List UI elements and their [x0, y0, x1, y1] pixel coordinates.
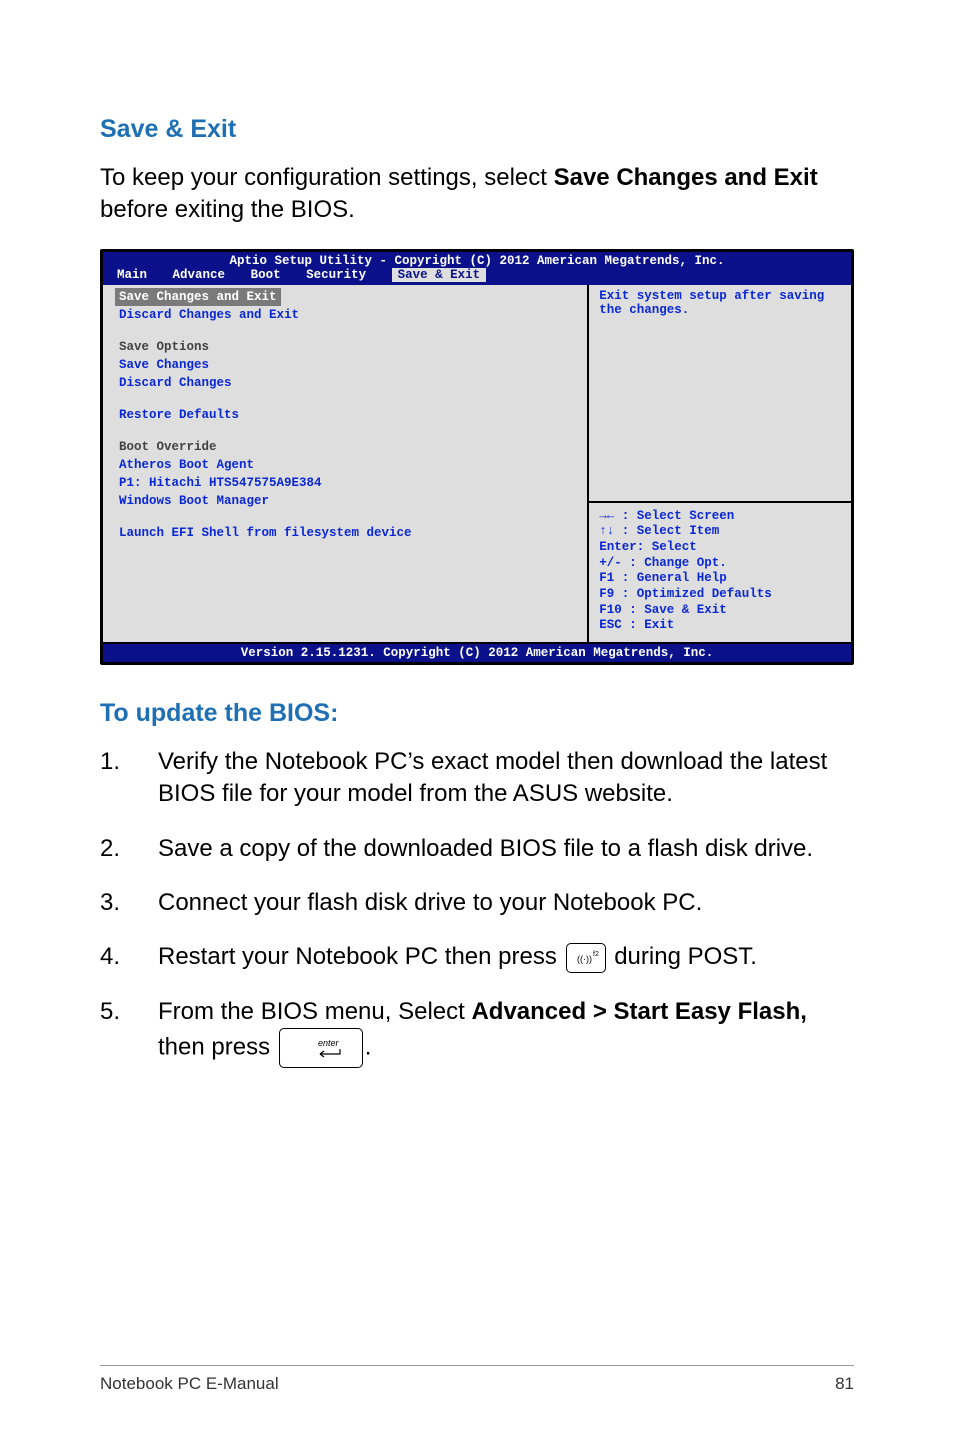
bios-item: Save Changes — [119, 356, 571, 374]
bios-tab-save-exit: Save & Exit — [392, 268, 487, 282]
step-4: Restart your Notebook PC then press ((·)… — [100, 941, 854, 973]
intro-pre: To keep your configuration settings, sel… — [100, 164, 554, 191]
bios-screenshot: Aptio Setup Utility - Copyright (C) 2012… — [100, 249, 854, 665]
bios-help-line: ESC : Exit — [599, 618, 841, 634]
heading-update-bios: To update the BIOS: — [100, 699, 854, 728]
svg-text:((·)): ((·)) — [577, 954, 592, 964]
footer-page-number: 81 — [835, 1374, 854, 1394]
bios-item: Discard Changes and Exit — [119, 306, 571, 324]
bios-tab-security: Security — [306, 268, 366, 282]
step-2: Save a copy of the downloaded BIOS file … — [100, 833, 854, 865]
bios-item: P1: Hitachi HTS547575A9E384 — [119, 474, 571, 492]
bios-header: Aptio Setup Utility - Copyright (C) 2012… — [103, 252, 851, 268]
bios-help-line: ↑↓ : Select Item — [599, 524, 841, 540]
svg-text:f2: f2 — [593, 951, 599, 958]
bios-left-panel: Save Changes and Exit Discard Changes an… — [103, 285, 589, 642]
bios-help-line: F9 : Optimized Defaults — [599, 587, 841, 603]
step-5-bold: Advanced > Start Easy Flash, — [471, 998, 806, 1025]
bios-item-selected: Save Changes and Exit — [115, 288, 281, 306]
f2-key-icon: ((·)) f2 — [566, 943, 606, 973]
step-5-pre: From the BIOS menu, Select — [158, 998, 471, 1025]
intro-post: before exiting the BIOS. — [100, 196, 355, 223]
bios-group-boot-override: Boot Override — [119, 438, 571, 456]
svg-text:enter: enter — [318, 1038, 340, 1048]
heading-save-exit: Save & Exit — [100, 115, 854, 144]
bios-tabs: Main Advance Boot Security Save & Exit — [103, 268, 851, 285]
bios-item: Discard Changes — [119, 374, 571, 392]
bios-footer: Version 2.15.1231. Copyright (C) 2012 Am… — [103, 642, 851, 662]
bios-help-line: F10 : Save & Exit — [599, 603, 841, 619]
bios-tab-main: Main — [117, 268, 147, 282]
intro-paragraph: To keep your configuration settings, sel… — [100, 162, 854, 227]
step-5-mid: then press — [158, 1033, 277, 1060]
step-1: Verify the Notebook PC’s exact model the… — [100, 746, 854, 811]
bios-item: Windows Boot Manager — [119, 492, 571, 510]
intro-bold: Save Changes and Exit — [554, 164, 818, 191]
bios-help-line: →← : Select Screen — [599, 509, 841, 525]
step-5-post: . — [365, 1033, 372, 1060]
bios-help-bottom: →← : Select Screen ↑↓ : Select Item Ente… — [589, 503, 851, 642]
footer-title: Notebook PC E-Manual — [100, 1374, 279, 1394]
step-4-pre: Restart your Notebook PC then press — [158, 943, 564, 970]
bios-tab-boot: Boot — [251, 268, 281, 282]
bios-item: Restore Defaults — [119, 406, 571, 424]
bios-help-line: F1 : General Help — [599, 571, 841, 587]
bios-tab-advance: Advance — [173, 268, 226, 282]
bios-help-top: Exit system setup after saving the chang… — [589, 285, 851, 503]
page-footer: Notebook PC E-Manual 81 — [100, 1365, 854, 1394]
enter-key-icon: enter — [279, 1028, 363, 1068]
bios-help-line: Enter: Select — [599, 540, 841, 556]
step-5: From the BIOS menu, Select Advanced > St… — [100, 996, 854, 1068]
bios-group-save-options: Save Options — [119, 338, 571, 356]
steps-list: Verify the Notebook PC’s exact model the… — [100, 746, 854, 1068]
bios-item: Atheros Boot Agent — [119, 456, 571, 474]
bios-item: Launch EFI Shell from filesystem device — [119, 524, 571, 542]
bios-help-line: +/- : Change Opt. — [599, 556, 841, 572]
step-3: Connect your flash disk drive to your No… — [100, 887, 854, 919]
step-4-post: during POST. — [614, 943, 757, 970]
